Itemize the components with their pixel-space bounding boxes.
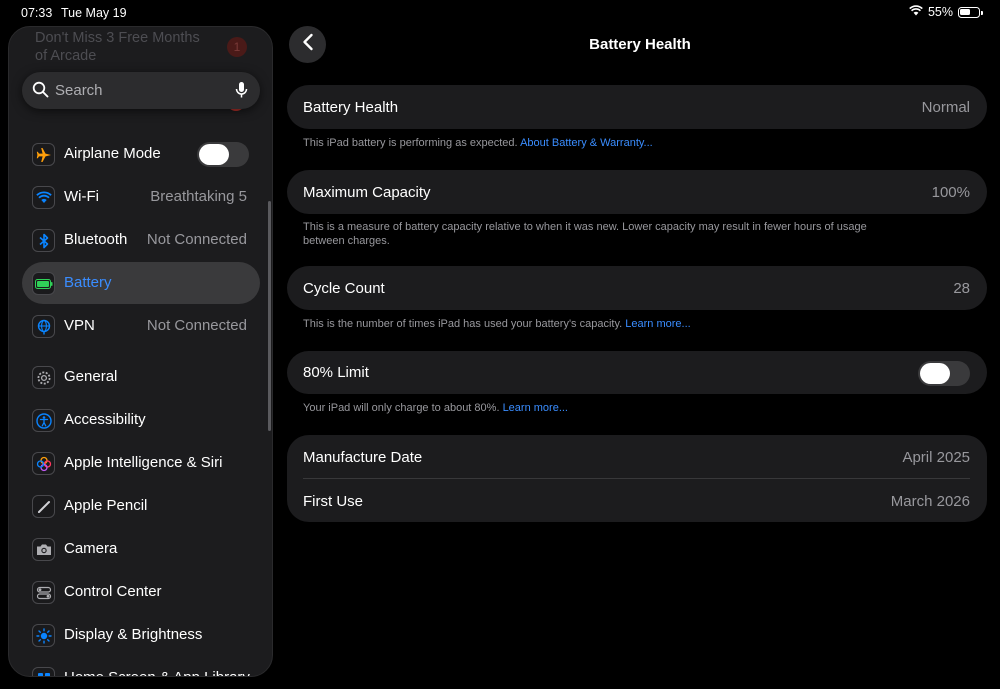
search-input[interactable]: Search bbox=[55, 82, 103, 99]
sidebar-item-value: Not Connected bbox=[146, 317, 247, 334]
sun-icon bbox=[32, 624, 55, 647]
status-right: 55% bbox=[909, 5, 983, 19]
sidebar-item-label: Apple Pencil bbox=[64, 497, 148, 514]
battery-icon bbox=[32, 272, 55, 295]
sidebar-item-label: Airplane Mode bbox=[64, 145, 161, 162]
limit-toggle[interactable] bbox=[918, 361, 970, 386]
cycle-count-value: 28 bbox=[953, 280, 970, 297]
airplane-mode-toggle[interactable] bbox=[197, 142, 249, 167]
maximum-capacity-label: Maximum Capacity bbox=[303, 184, 431, 201]
sidebar-item-value: Breathtaking 5 bbox=[150, 188, 247, 205]
battery-health-row: Battery Health Normal bbox=[287, 85, 987, 129]
wifi-icon bbox=[909, 5, 923, 19]
sidebar-item-label: Display & Brightness bbox=[64, 626, 203, 643]
limit-row: 80% Limit bbox=[287, 351, 987, 394]
footer-text: This iPad battery is performing as expec… bbox=[303, 137, 521, 149]
limit-learn-more-link[interactable]: Learn more... bbox=[503, 402, 568, 414]
battery-health-label: Battery Health bbox=[303, 99, 399, 116]
sidebar-item-control-center[interactable]: Control Center bbox=[22, 571, 260, 613]
maximum-capacity-value: 100% bbox=[931, 184, 970, 201]
divider bbox=[303, 478, 970, 479]
sidebar-item-home-screen[interactable]: Home Screen & App Library bbox=[22, 657, 260, 676]
cycle-count-label: Cycle Count bbox=[303, 280, 385, 297]
home-screen-icon bbox=[32, 667, 55, 676]
wifi-icon bbox=[32, 186, 55, 209]
sidebar-item-label: General bbox=[64, 368, 118, 385]
back-button[interactable] bbox=[289, 26, 326, 63]
sidebar-item-label: VPN bbox=[64, 317, 95, 334]
arcade-banner[interactable]: Don't Miss 3 Free Months of Arcade bbox=[35, 29, 215, 65]
maximum-capacity-row: Maximum Capacity 100% bbox=[287, 170, 987, 214]
microphone-icon[interactable] bbox=[235, 81, 248, 104]
dates-card: Manufacture Date April 2025 First Use Ma… bbox=[287, 435, 987, 522]
gear-icon bbox=[32, 366, 55, 389]
sidebar-item-label: Accessibility bbox=[64, 411, 146, 428]
manufacture-date-value: April 2025 bbox=[902, 449, 970, 466]
cycle-count-footer: This is the number of times iPad has use… bbox=[303, 317, 903, 331]
footer-text: This is the number of times iPad has use… bbox=[303, 318, 626, 330]
page-title: Battery Health bbox=[589, 36, 691, 53]
chevron-left-icon bbox=[302, 33, 314, 56]
sidebar-item-label: Battery bbox=[64, 274, 112, 291]
airplane-icon bbox=[32, 143, 55, 166]
sidebar-scrollbar[interactable] bbox=[268, 201, 271, 431]
sidebar-item-label: Wi-Fi bbox=[64, 188, 99, 205]
sidebar-item-label: Control Center bbox=[64, 583, 162, 600]
manufacture-date-label: Manufacture Date bbox=[303, 449, 423, 466]
status-bar: 07:33 Tue May 19 55% bbox=[0, 0, 1000, 26]
sidebar-item-apple-intelligence[interactable]: Apple Intelligence & Siri bbox=[22, 442, 260, 484]
arcade-badge: 1 bbox=[227, 37, 247, 57]
sidebar-item-vpn[interactable]: VPN Not Connected bbox=[22, 305, 260, 347]
battery-warranty-link[interactable]: About Battery & Warranty... bbox=[520, 137, 653, 149]
search-field[interactable]: Search bbox=[22, 72, 260, 109]
bluetooth-icon bbox=[32, 229, 55, 252]
cycle-count-row: Cycle Count 28 bbox=[287, 266, 987, 310]
pencil-icon bbox=[32, 495, 55, 518]
sidebar-item-label: Bluetooth bbox=[64, 231, 128, 248]
sidebar-item-label: Home Screen & App Library bbox=[64, 669, 250, 676]
battery-health-footer: This iPad battery is performing as expec… bbox=[303, 136, 903, 150]
sidebar-item-accessibility[interactable]: Accessibility bbox=[22, 399, 260, 441]
siri-icon bbox=[32, 452, 55, 475]
sidebar-item-camera[interactable]: Camera bbox=[22, 528, 260, 570]
first-use-label: First Use bbox=[303, 493, 363, 510]
sidebar-item-wifi[interactable]: Wi-Fi Breathtaking 5 bbox=[22, 176, 260, 218]
accessibility-icon bbox=[32, 409, 55, 432]
sidebar-item-apple-pencil[interactable]: Apple Pencil bbox=[22, 485, 260, 527]
battery-health-value: Normal bbox=[921, 99, 970, 116]
sidebar-item-label: Apple Intelligence & Siri bbox=[64, 454, 223, 471]
status-date: Tue May 19 bbox=[61, 6, 127, 20]
sidebar-item-value: Not Connected bbox=[146, 231, 247, 248]
first-use-value: March 2026 bbox=[890, 493, 970, 510]
sidebar-item-display-brightness[interactable]: Display & Brightness bbox=[22, 614, 260, 656]
sidebar-item-general[interactable]: General bbox=[22, 356, 260, 398]
limit-label: 80% Limit bbox=[303, 364, 369, 381]
battery-status-icon bbox=[958, 6, 983, 18]
footer-text: Your iPad will only charge to about 80%. bbox=[303, 402, 503, 414]
sidebar-item-battery[interactable]: Battery bbox=[22, 262, 260, 304]
maximum-capacity-footer: This is a measure of battery capacity re… bbox=[303, 221, 867, 247]
sidebar: Don't Miss 3 Free Months of Arcade 1 Sea… bbox=[8, 26, 273, 677]
sidebar-item-bluetooth[interactable]: Bluetooth Not Connected bbox=[22, 219, 260, 261]
status-time: 07:33 bbox=[21, 6, 53, 20]
cycle-count-learn-more-link[interactable]: Learn more... bbox=[625, 318, 690, 330]
limit-footer: Your iPad will only charge to about 80%.… bbox=[303, 401, 903, 415]
battery-percent: 55% bbox=[927, 5, 953, 19]
search-icon bbox=[32, 81, 49, 103]
sidebar-item-label: Camera bbox=[64, 540, 118, 557]
camera-icon bbox=[32, 538, 55, 561]
sidebar-item-airplane-mode[interactable]: Airplane Mode bbox=[22, 133, 260, 175]
control-center-icon bbox=[32, 581, 55, 604]
globe-icon bbox=[32, 315, 55, 338]
